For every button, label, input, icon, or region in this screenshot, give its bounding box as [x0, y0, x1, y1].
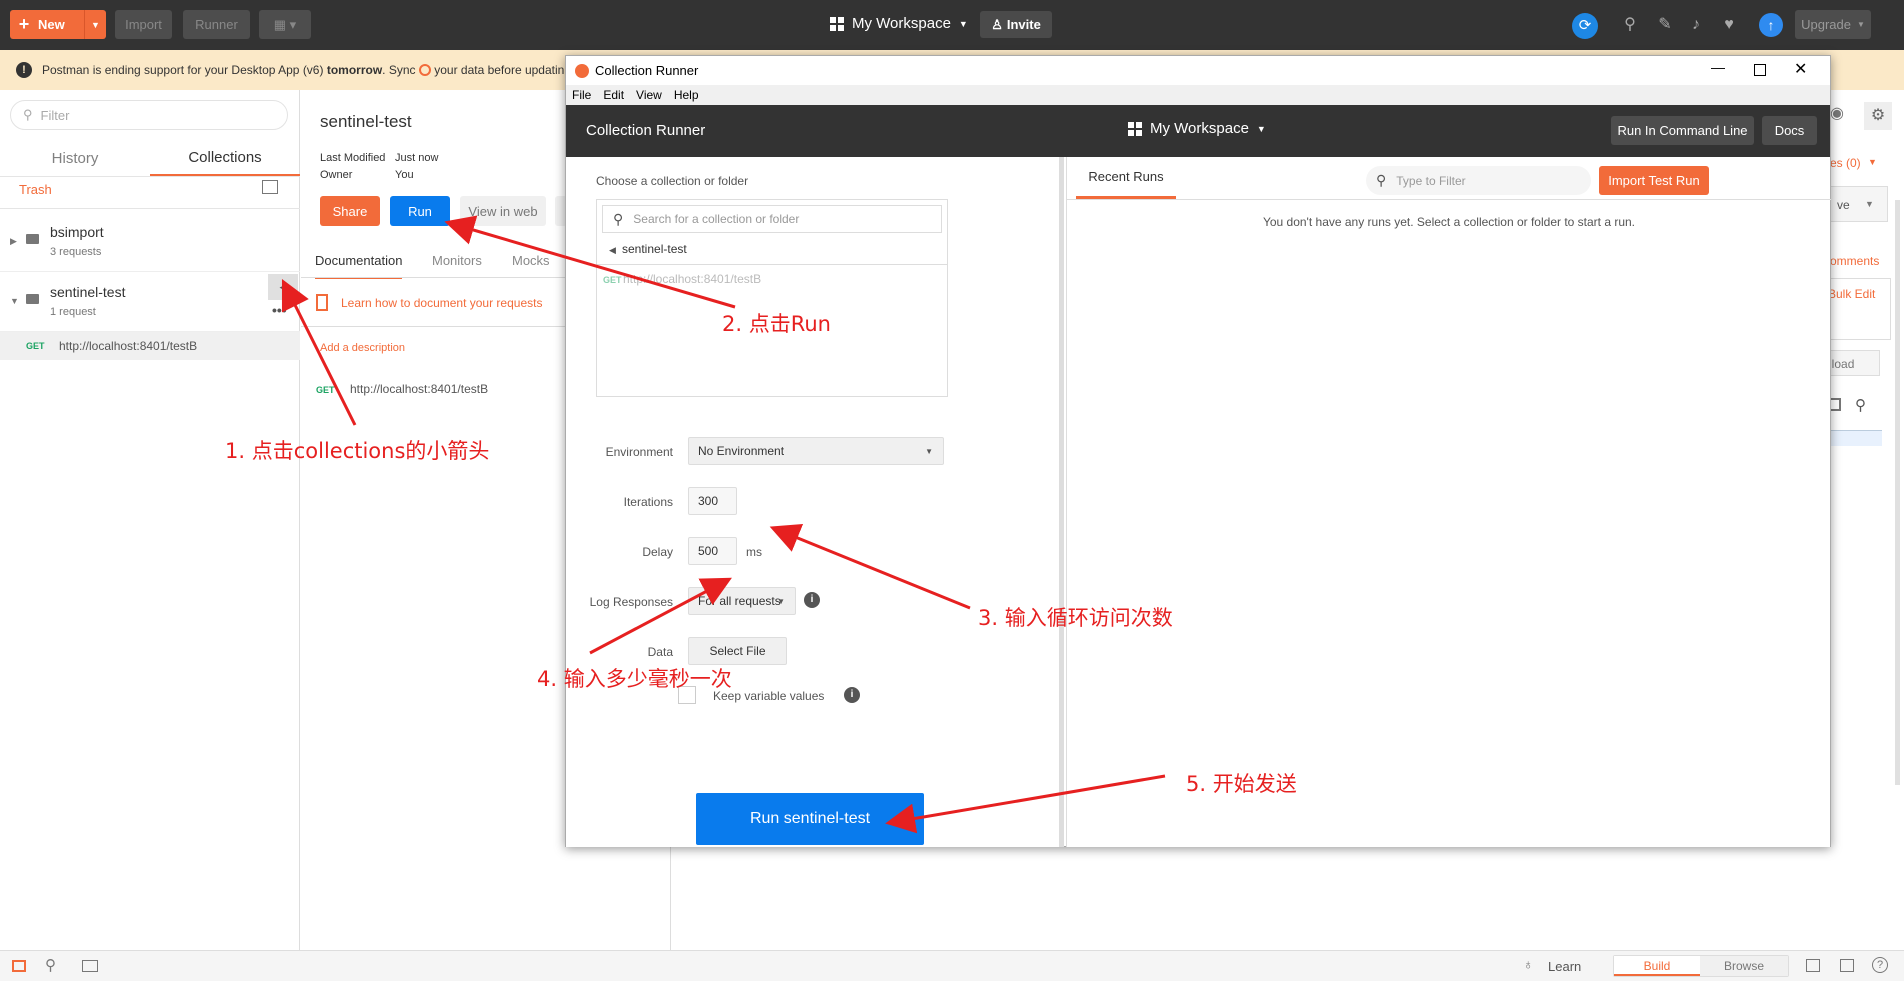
- annotation-step-1: 1. 点击collections的小箭头: [225, 439, 490, 463]
- arrow-2: [444, 215, 736, 309]
- annotation-step-5: 5. 开始发送: [1186, 772, 1297, 796]
- annotation-step-4: 4. 输入多少毫秒一次: [537, 667, 732, 691]
- arrow-3: [769, 524, 971, 610]
- arrow-4: [589, 577, 732, 655]
- arrow-1: [281, 278, 357, 426]
- arrow-5: [885, 774, 1166, 834]
- annotation-step-3: 3. 输入循环访问次数: [978, 606, 1173, 630]
- annotation-arrows: [281, 215, 1166, 834]
- annotation-step-2: 2. 点击Run: [722, 312, 831, 336]
